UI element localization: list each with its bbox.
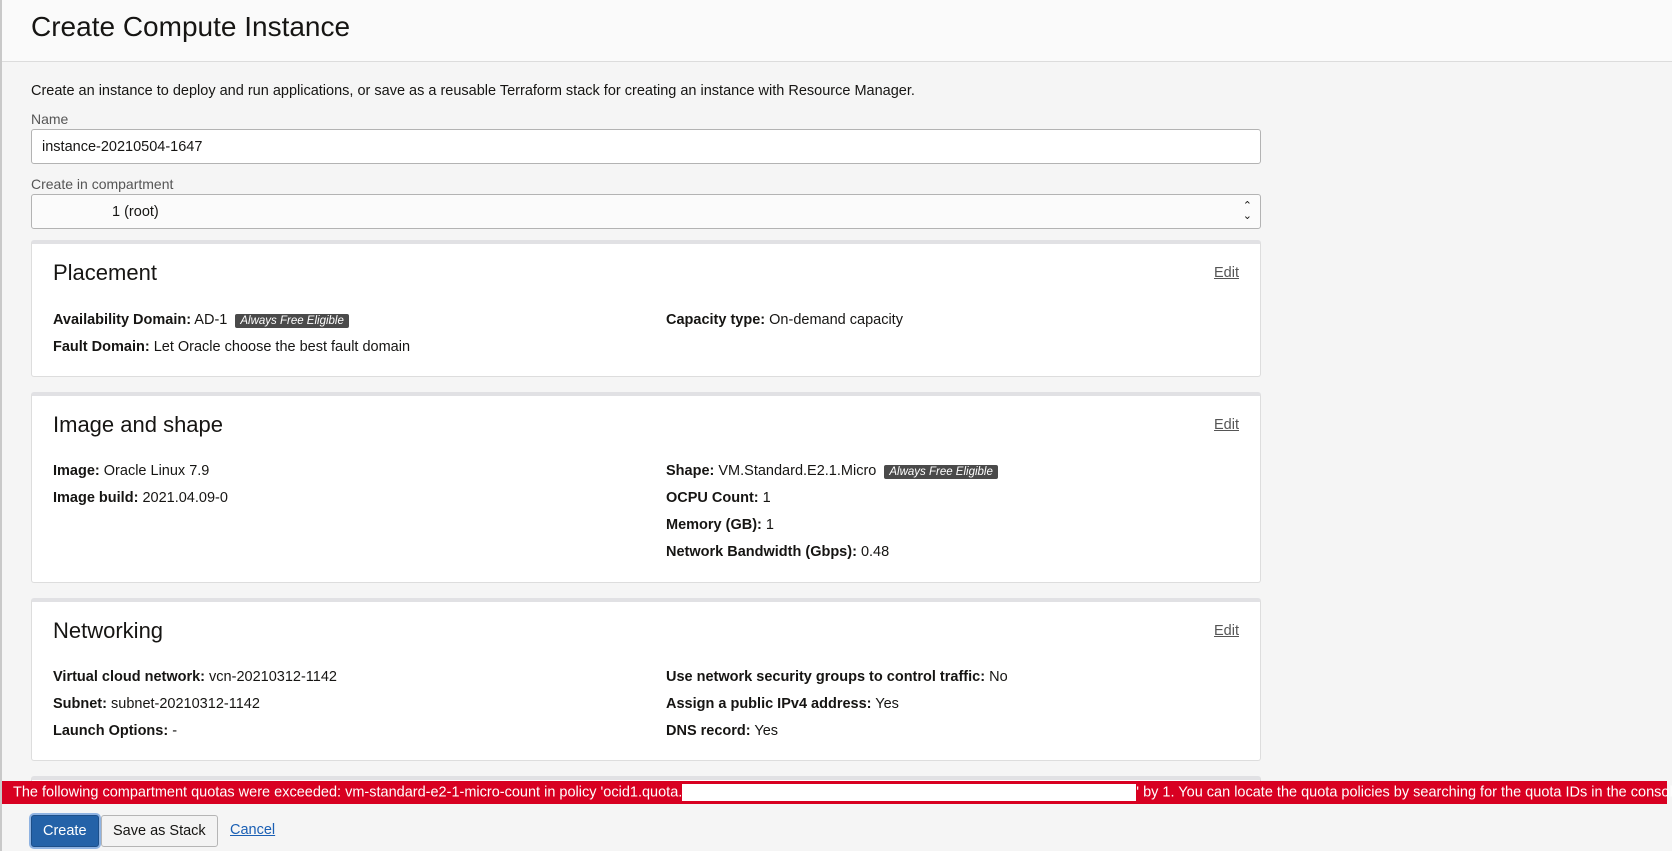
always-free-badge: Always Free Eligible: [884, 465, 998, 479]
image-build: Image build: 2021.04.09-0: [53, 490, 228, 506]
image-shape-edit-link[interactable]: Edit: [1214, 417, 1239, 433]
always-free-badge: Always Free Eligible: [235, 314, 349, 328]
network-bandwidth: Network Bandwidth (Gbps): 0.48: [666, 544, 890, 560]
redacted-text: [682, 784, 1137, 801]
compartment-select[interactable]: 1 (root) ⌃ ⌄: [31, 194, 1261, 229]
quota-error-banner: The following compartment quotas were ex…: [2, 781, 1672, 804]
image: Image: Oracle Linux 7.9: [53, 463, 210, 479]
nsg: Use network security groups to control t…: [666, 669, 1008, 685]
launch-options: Launch Options: -: [53, 723, 178, 739]
name-input[interactable]: [31, 129, 1261, 164]
page-title: Create Compute Instance: [31, 11, 351, 42]
vcn: Virtual cloud network: vcn-20210312-1142: [53, 669, 337, 685]
availability-domain: Availability Domain: AD-1 Always Free Eli…: [53, 312, 349, 328]
public-ip: Assign a public IPv4 address: Yes: [666, 696, 899, 712]
dns-record: DNS record: Yes: [666, 723, 779, 739]
networking-section: Networking Edit Virtual cloud network: v…: [31, 598, 1261, 761]
compartment-label: Create in compartment: [31, 176, 174, 192]
memory: Memory (GB): 1: [666, 517, 774, 533]
image-shape-section: Image and shape Edit Image: Oracle Linux…: [31, 392, 1261, 583]
networking-edit-link[interactable]: Edit: [1214, 623, 1239, 639]
placement-section: Placement Edit Availability Domain: AD-1…: [31, 240, 1261, 377]
image-shape-title: Image and shape: [53, 412, 224, 437]
chevron-updown-icon: ⌃ ⌄: [1242, 200, 1252, 222]
cancel-link[interactable]: Cancel: [230, 822, 275, 838]
create-button[interactable]: Create: [31, 815, 99, 847]
save-as-stack-button[interactable]: Save as Stack: [101, 815, 218, 847]
page-description: Create an instance to deploy and run app…: [31, 83, 915, 99]
networking-title: Networking: [53, 618, 164, 643]
shape: Shape: VM.Standard.E2.1.Micro Always Free…: [666, 463, 998, 479]
capacity-type: Capacity type: On-demand capacity: [666, 312, 903, 328]
ocpu-count: OCPU Count: 1: [666, 490, 771, 506]
compartment-value: 1 (root): [112, 204, 159, 220]
name-label: Name: [31, 111, 69, 127]
placement-title: Placement: [53, 260, 157, 285]
fault-domain: Fault Domain: Let Oracle choose the best…: [53, 339, 411, 355]
placement-edit-link[interactable]: Edit: [1214, 265, 1239, 281]
subnet: Subnet: subnet-20210312-1142: [53, 696, 260, 712]
page-header: Create Compute Instance: [2, 0, 1672, 62]
